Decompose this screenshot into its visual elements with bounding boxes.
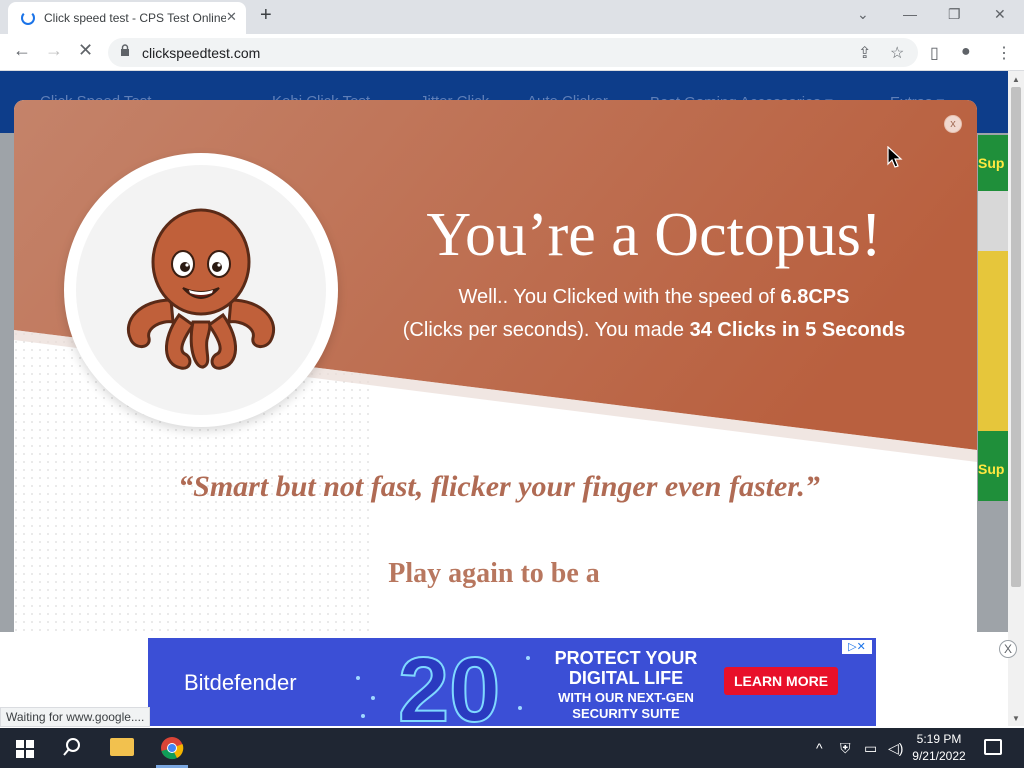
- tab-search-icon[interactable]: ⌄: [857, 6, 869, 23]
- windows-taskbar: ^ ⛨ ▭ ◁) 5:19 PM 9/21/2022: [0, 728, 1024, 768]
- octopus-icon: [127, 208, 275, 370]
- windows-start-icon[interactable]: [16, 740, 34, 758]
- result-headline: You’re a Octopus!: [426, 201, 882, 269]
- clock-time[interactable]: 5:19 PM: [912, 732, 966, 746]
- side-ad-text: Sup: [978, 461, 1005, 477]
- ad-banner[interactable]: Bitdefender 20 PROTECT YOUR DIGITAL LIFE…: [148, 638, 876, 726]
- browser-menu-icon[interactable]: ⋮: [996, 43, 1012, 63]
- forward-button[interactable]: →: [45, 40, 63, 61]
- chrome-icon[interactable]: [160, 736, 184, 760]
- clicks-summary: (Clicks per seconds). You made 34 Clicks…: [374, 319, 934, 342]
- side-ad-panel: [978, 251, 1008, 431]
- scroll-down-icon[interactable]: ▼: [1012, 714, 1020, 723]
- lock-icon: [121, 44, 129, 56]
- scroll-up-icon[interactable]: ▲: [1012, 75, 1020, 84]
- ad-number: 20: [397, 638, 501, 726]
- close-window-button[interactable]: ✕: [994, 6, 1006, 23]
- clock-date[interactable]: 9/21/2022: [906, 749, 972, 763]
- notifications-icon[interactable]: [984, 739, 1002, 755]
- search-icon[interactable]: [62, 737, 82, 757]
- tray-chevron-icon[interactable]: ^: [816, 740, 823, 756]
- clicks-prefix: (Clicks per seconds). You made: [402, 319, 690, 341]
- page-scrollbar[interactable]: ▲ ▼: [1008, 71, 1024, 726]
- active-tab[interactable]: Click speed test - CPS Test Online ✕: [8, 2, 246, 34]
- cps-value: 6.8CPS: [780, 286, 850, 308]
- result-quote: “Smart but not fast, flicker your finger…: [178, 470, 820, 503]
- speed-prefix: Well.. You Clicked with the speed of: [458, 286, 781, 308]
- bottom-ad-bar: Bitdefender 20 PROTECT YOUR DIGITAL LIFE…: [0, 632, 1017, 726]
- tab-close-icon[interactable]: ✕: [226, 9, 237, 25]
- scroll-thumb[interactable]: [1011, 87, 1021, 587]
- side-panel-icon[interactable]: ▯: [930, 43, 939, 63]
- bookmark-star-icon[interactable]: ☆: [890, 43, 904, 63]
- ad-close-button[interactable]: X: [999, 640, 1017, 658]
- result-modal: x You’re a Octopus! Well.. You Clicked w…: [14, 100, 977, 640]
- speed-summary: Well.. You Clicked with the speed of 6.8…: [374, 286, 934, 309]
- ad-brand-logo: Bitdefender: [184, 670, 297, 695]
- share-icon[interactable]: ⇪: [858, 43, 871, 63]
- tab-title: Click speed test - CPS Test Online: [44, 11, 226, 25]
- network-icon[interactable]: ▭: [864, 740, 877, 757]
- avatar: [64, 153, 338, 427]
- url-text: clickspeedtest.com: [142, 45, 261, 61]
- browser-toolbar: ← → ✕ clickspeedtest.com ⇪ ☆ ▯ ● ⋮: [0, 34, 1024, 71]
- new-tab-button[interactable]: +: [260, 4, 272, 27]
- ad-subline: WITH OUR NEXT-GEN SECURITY SUITE: [558, 690, 694, 721]
- back-button[interactable]: ←: [13, 40, 31, 61]
- play-again-text: Play again to be a: [388, 558, 600, 589]
- restore-button[interactable]: ❐: [948, 6, 961, 23]
- ad-headline: PROTECT YOUR DIGITAL LIFE: [554, 648, 698, 688]
- minimize-button[interactable]: —: [903, 6, 917, 22]
- status-bubble: Waiting for www.google....: [0, 707, 151, 727]
- security-icon[interactable]: ⛨: [840, 740, 851, 757]
- loading-spinner-icon: [21, 11, 35, 25]
- mouse-cursor-icon: [887, 146, 903, 168]
- ad-choices-icon[interactable]: ▷✕: [842, 640, 872, 654]
- volume-icon[interactable]: ◁): [888, 740, 903, 757]
- profile-icon[interactable]: ●: [961, 43, 971, 61]
- address-bar[interactable]: clickspeedtest.com: [108, 38, 918, 67]
- side-ad-text: Sup: [978, 155, 1005, 171]
- avatar-background: [76, 165, 326, 415]
- side-ad-panel: [978, 191, 1008, 251]
- stop-loading-button[interactable]: ✕: [78, 40, 93, 61]
- modal-close-button[interactable]: x: [944, 115, 962, 133]
- tab-bar: Click speed test - CPS Test Online ✕ + ⌄…: [0, 0, 1024, 34]
- file-explorer-icon[interactable]: [110, 738, 134, 756]
- ad-learn-more-button[interactable]: LEARN MORE: [724, 667, 838, 695]
- clicks-value: 34 Clicks in 5 Seconds: [689, 319, 906, 341]
